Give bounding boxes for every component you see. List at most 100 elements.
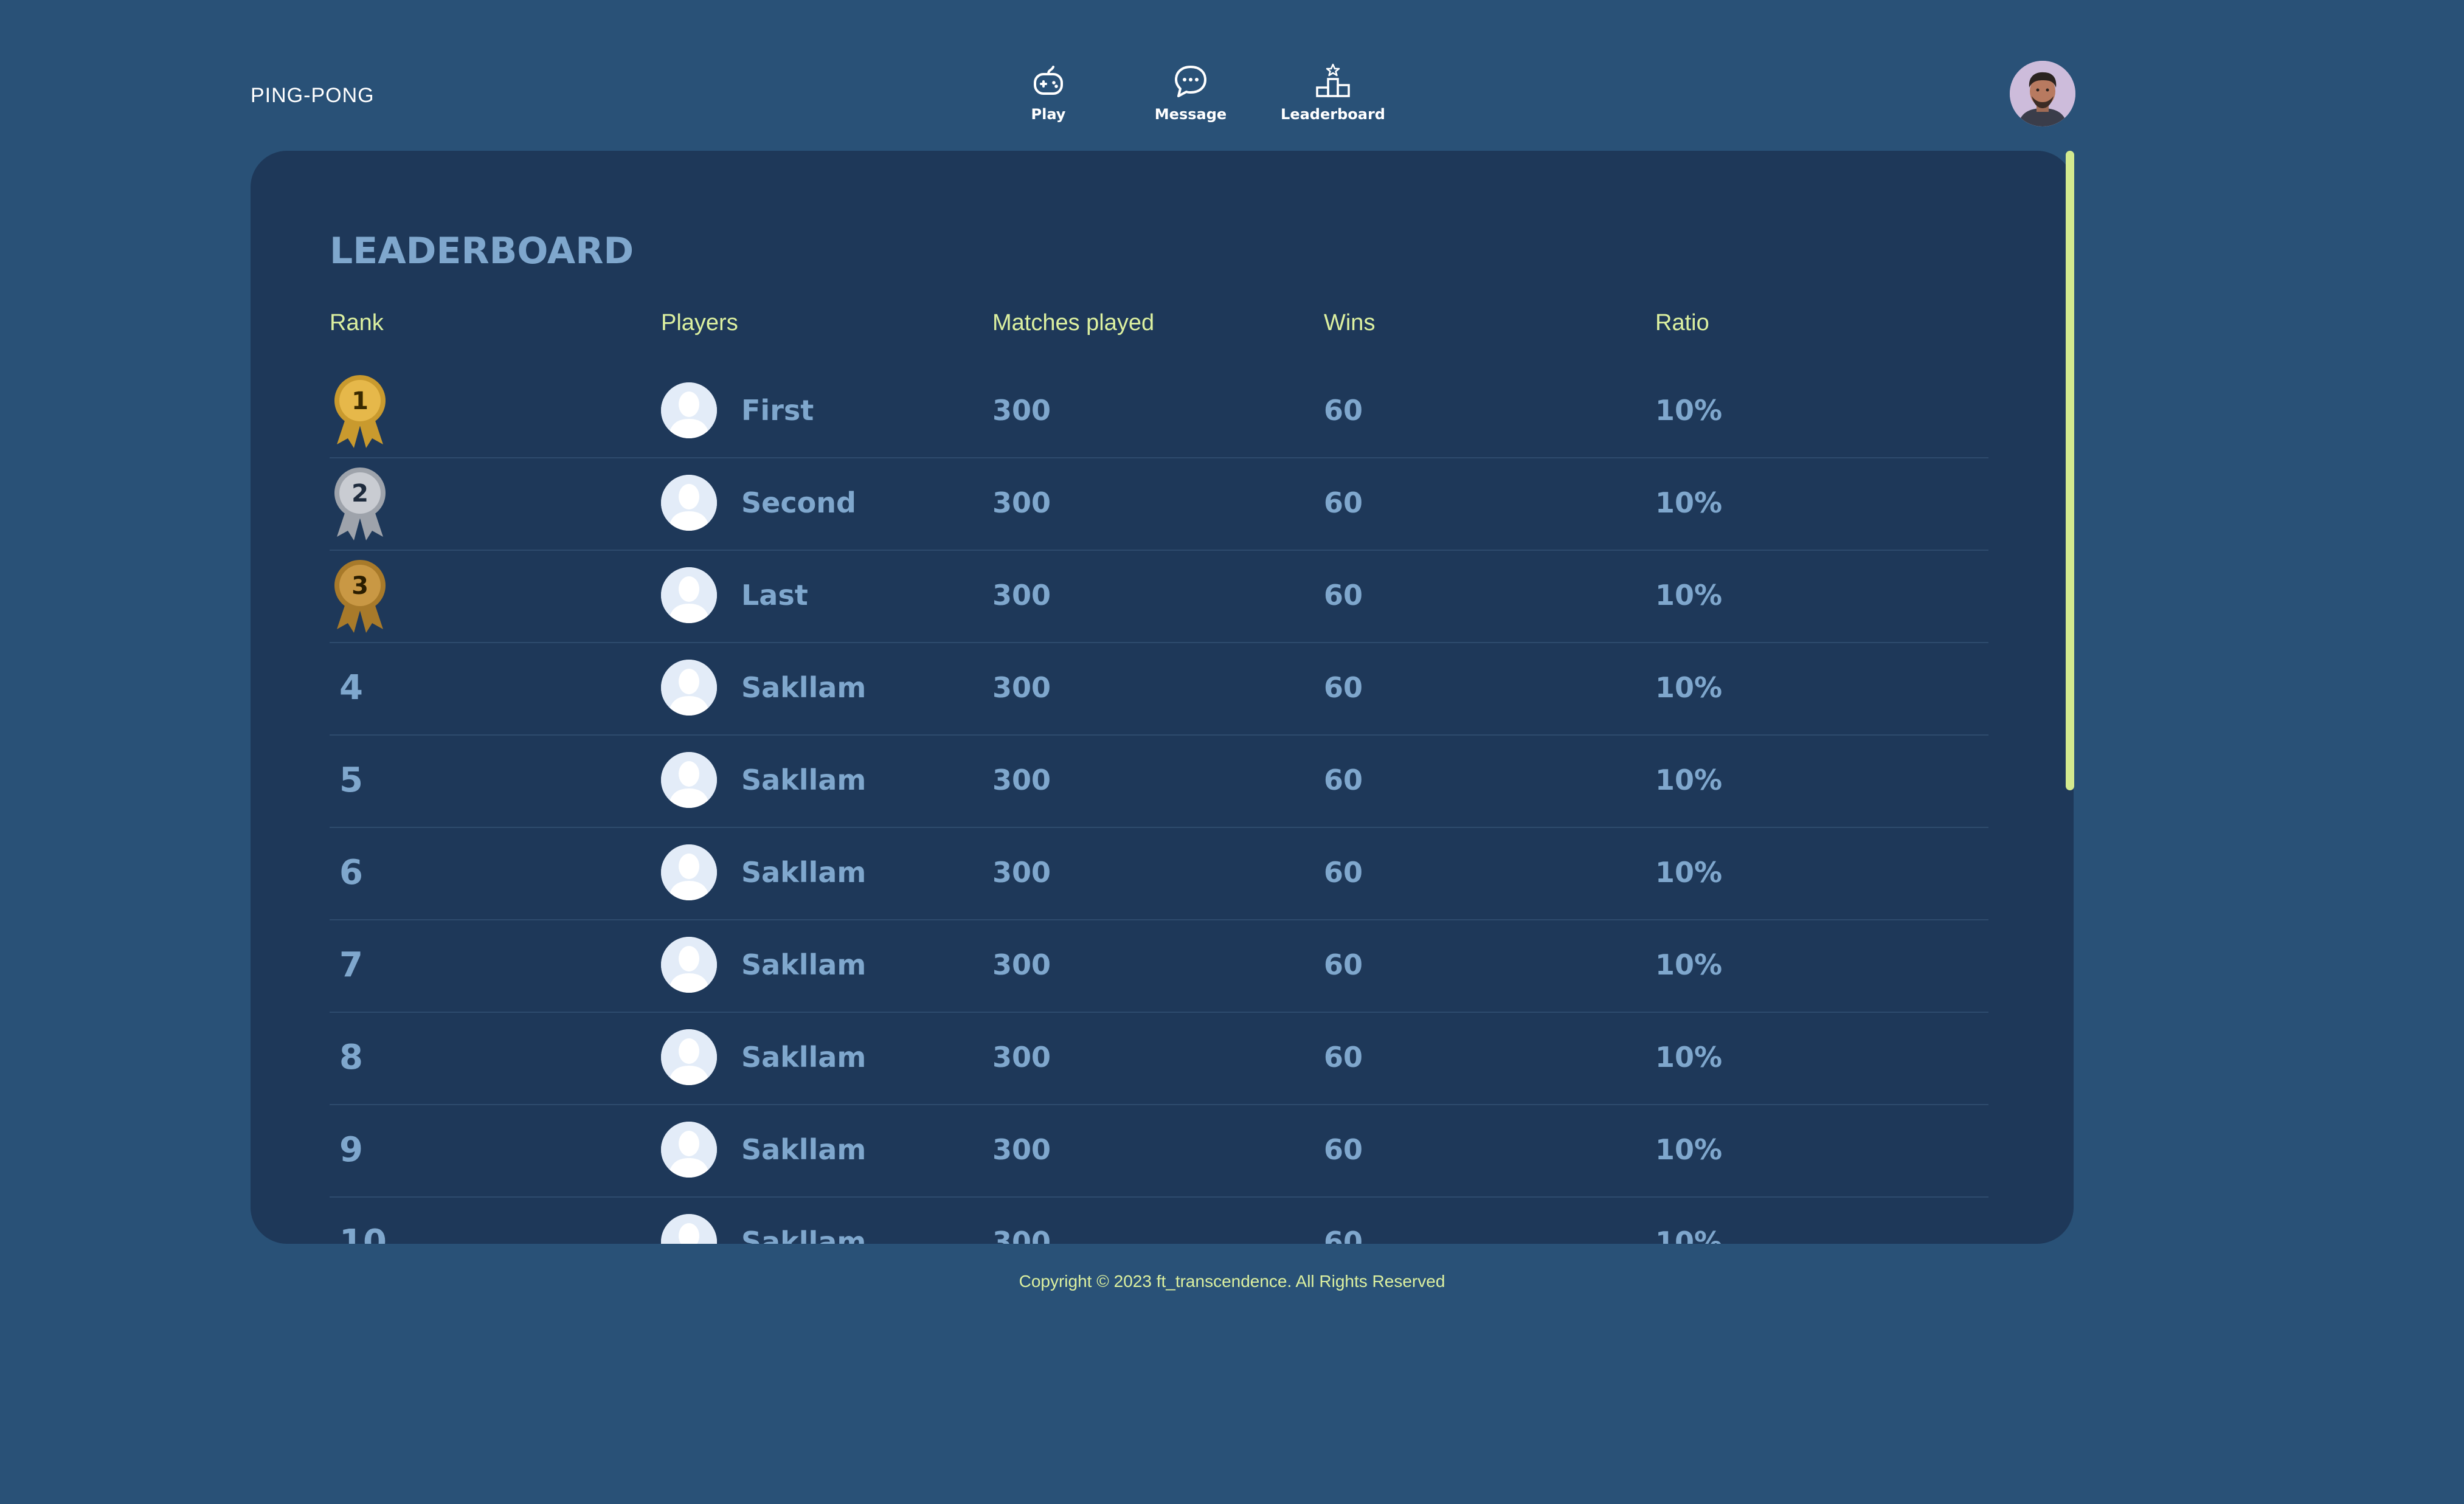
matches-cell-value: 300	[992, 1226, 1051, 1244]
matches-cell-value: 300	[992, 486, 1051, 519]
player-avatar-icon	[661, 660, 717, 716]
ratio-cell-value: 10%	[1655, 1133, 1723, 1166]
player-name: Last	[741, 579, 808, 612]
scrollbar[interactable]	[2066, 151, 2074, 790]
ratio-cell: 10%	[1655, 457, 1722, 548]
brand-logo[interactable]: PING-PONG	[251, 84, 375, 108]
player-name: Sakllam	[741, 1226, 867, 1244]
ratio-cell-value: 10%	[1655, 948, 1723, 981]
ratio-cell-value: 10%	[1655, 1041, 1723, 1074]
wins-cell-value: 60	[1324, 579, 1363, 612]
ratio-cell-value: 10%	[1655, 1226, 1723, 1244]
wins-cell-value: 60	[1324, 1133, 1363, 1166]
matches-cell: 300	[992, 550, 1051, 641]
ratio-cell-value: 10%	[1655, 671, 1723, 704]
wins-cell-value: 60	[1324, 1226, 1363, 1244]
matches-cell: 300	[992, 734, 1051, 826]
matches-cell: 300	[992, 1012, 1051, 1103]
wins-cell: 60	[1324, 919, 1363, 1010]
matches-cell: 300	[992, 365, 1051, 456]
matches-cell: 300	[992, 919, 1051, 1010]
wins-cell: 60	[1324, 642, 1363, 733]
podium-icon	[1316, 63, 1350, 97]
rank-number: 4	[339, 667, 363, 708]
player-cell[interactable]: First	[661, 365, 814, 456]
table-row[interactable]: 8 Sakllam 300 60 10%	[330, 1012, 1988, 1105]
rank-cell: 9	[330, 1104, 363, 1195]
header-matches-played: Matches played	[992, 310, 1155, 336]
matches-cell: 300	[992, 1196, 1051, 1244]
player-avatar-icon	[661, 475, 717, 531]
player-cell[interactable]: Sakllam	[661, 1012, 866, 1103]
header-players: Players	[661, 310, 738, 336]
chat-bubble-icon	[1175, 66, 1206, 97]
rank-cell: 4	[330, 642, 363, 733]
nav-play[interactable]: Play	[985, 62, 1112, 129]
user-avatar-icon	[2010, 61, 2075, 126]
player-avatar-icon	[661, 937, 717, 993]
rank-cell: 10	[330, 1196, 387, 1244]
player-cell[interactable]: Sakllam	[661, 642, 866, 733]
player-cell[interactable]: Sakllam	[661, 827, 866, 918]
player-name: Sakllam	[741, 1133, 867, 1166]
ratio-cell: 10%	[1655, 919, 1722, 1010]
table-row[interactable]: 2 Second 300 60 10%	[330, 457, 1988, 551]
table-row[interactable]: 7 Sakllam 300 60 10%	[330, 919, 1988, 1013]
matches-cell-value: 300	[992, 1041, 1051, 1074]
medal-rank-number: 2	[351, 480, 369, 508]
footer-copyright: Copyright © 2023 ft_transcendence. All R…	[1019, 1272, 1445, 1291]
matches-cell-value: 300	[992, 948, 1051, 981]
nav-message-label: Message	[1154, 106, 1227, 123]
player-cell[interactable]: Sakllam	[661, 734, 866, 826]
matches-cell: 300	[992, 827, 1051, 918]
table-row[interactable]: 6 Sakllam 300 60 10%	[330, 827, 1988, 920]
player-cell[interactable]: Sakllam	[661, 919, 866, 1010]
table-row[interactable]: 5 Sakllam 300 60 10%	[330, 734, 1988, 828]
rank-cell: 7	[330, 919, 363, 1010]
player-avatar-icon	[661, 1029, 717, 1085]
rank-number: 8	[339, 1037, 363, 1077]
table-row[interactable]: 1 First 300 60 10%	[330, 365, 1988, 458]
silver-medal-icon: 2	[334, 467, 386, 540]
player-cell[interactable]: Second	[661, 457, 856, 548]
player-name: Sakllam	[741, 948, 867, 981]
ratio-cell: 10%	[1655, 642, 1722, 733]
table-row[interactable]: 9 Sakllam 300 60 10%	[330, 1104, 1988, 1198]
wins-cell: 60	[1324, 734, 1363, 826]
nav-leaderboard[interactable]: Leaderboard	[1269, 62, 1397, 129]
rank-cell: 3	[330, 550, 390, 641]
matches-cell-value: 300	[992, 394, 1051, 427]
wins-cell: 60	[1324, 827, 1363, 918]
ratio-cell: 10%	[1655, 734, 1722, 826]
table-row[interactable]: 10 Sakllam 300 60 10%	[330, 1196, 1988, 1244]
table-row[interactable]: 3 Last 300 60 10%	[330, 550, 1988, 643]
player-avatar-icon	[661, 1122, 717, 1178]
page-title: LEADERBOARD	[330, 230, 634, 272]
player-avatar-icon	[661, 567, 717, 623]
matches-cell: 300	[992, 457, 1051, 548]
matches-cell-value: 300	[992, 764, 1051, 796]
wins-cell-value: 60	[1324, 1041, 1363, 1074]
medal-rank-number: 1	[351, 387, 369, 415]
user-avatar[interactable]	[2010, 61, 2075, 126]
player-cell[interactable]: Sakllam	[661, 1104, 866, 1195]
wins-cell: 60	[1324, 1104, 1363, 1195]
player-cell[interactable]: Sakllam	[661, 1196, 866, 1244]
ratio-cell: 10%	[1655, 827, 1722, 918]
matches-cell-value: 300	[992, 1133, 1051, 1166]
player-avatar-icon	[661, 1214, 717, 1244]
gold-medal-icon: 1	[334, 375, 386, 448]
nav-message[interactable]: Message	[1127, 62, 1254, 129]
gamepad-icon	[1034, 66, 1063, 95]
player-name: Second	[741, 486, 856, 519]
wins-cell-value: 60	[1324, 671, 1363, 704]
player-cell[interactable]: Last	[661, 550, 808, 641]
ratio-cell: 10%	[1655, 1012, 1722, 1103]
player-name: First	[741, 394, 814, 427]
leaderboard-card: LEADERBOARD Rank Players Matches played …	[251, 151, 2074, 1244]
rank-number: 7	[339, 945, 363, 985]
table-row[interactable]: 4 Sakllam 300 60 10%	[330, 642, 1988, 736]
rank-cell: 1	[330, 365, 390, 456]
page: PING-PONG Play Message Leaderboard LEADE…	[0, 0, 2464, 1504]
player-name: Sakllam	[741, 671, 867, 704]
